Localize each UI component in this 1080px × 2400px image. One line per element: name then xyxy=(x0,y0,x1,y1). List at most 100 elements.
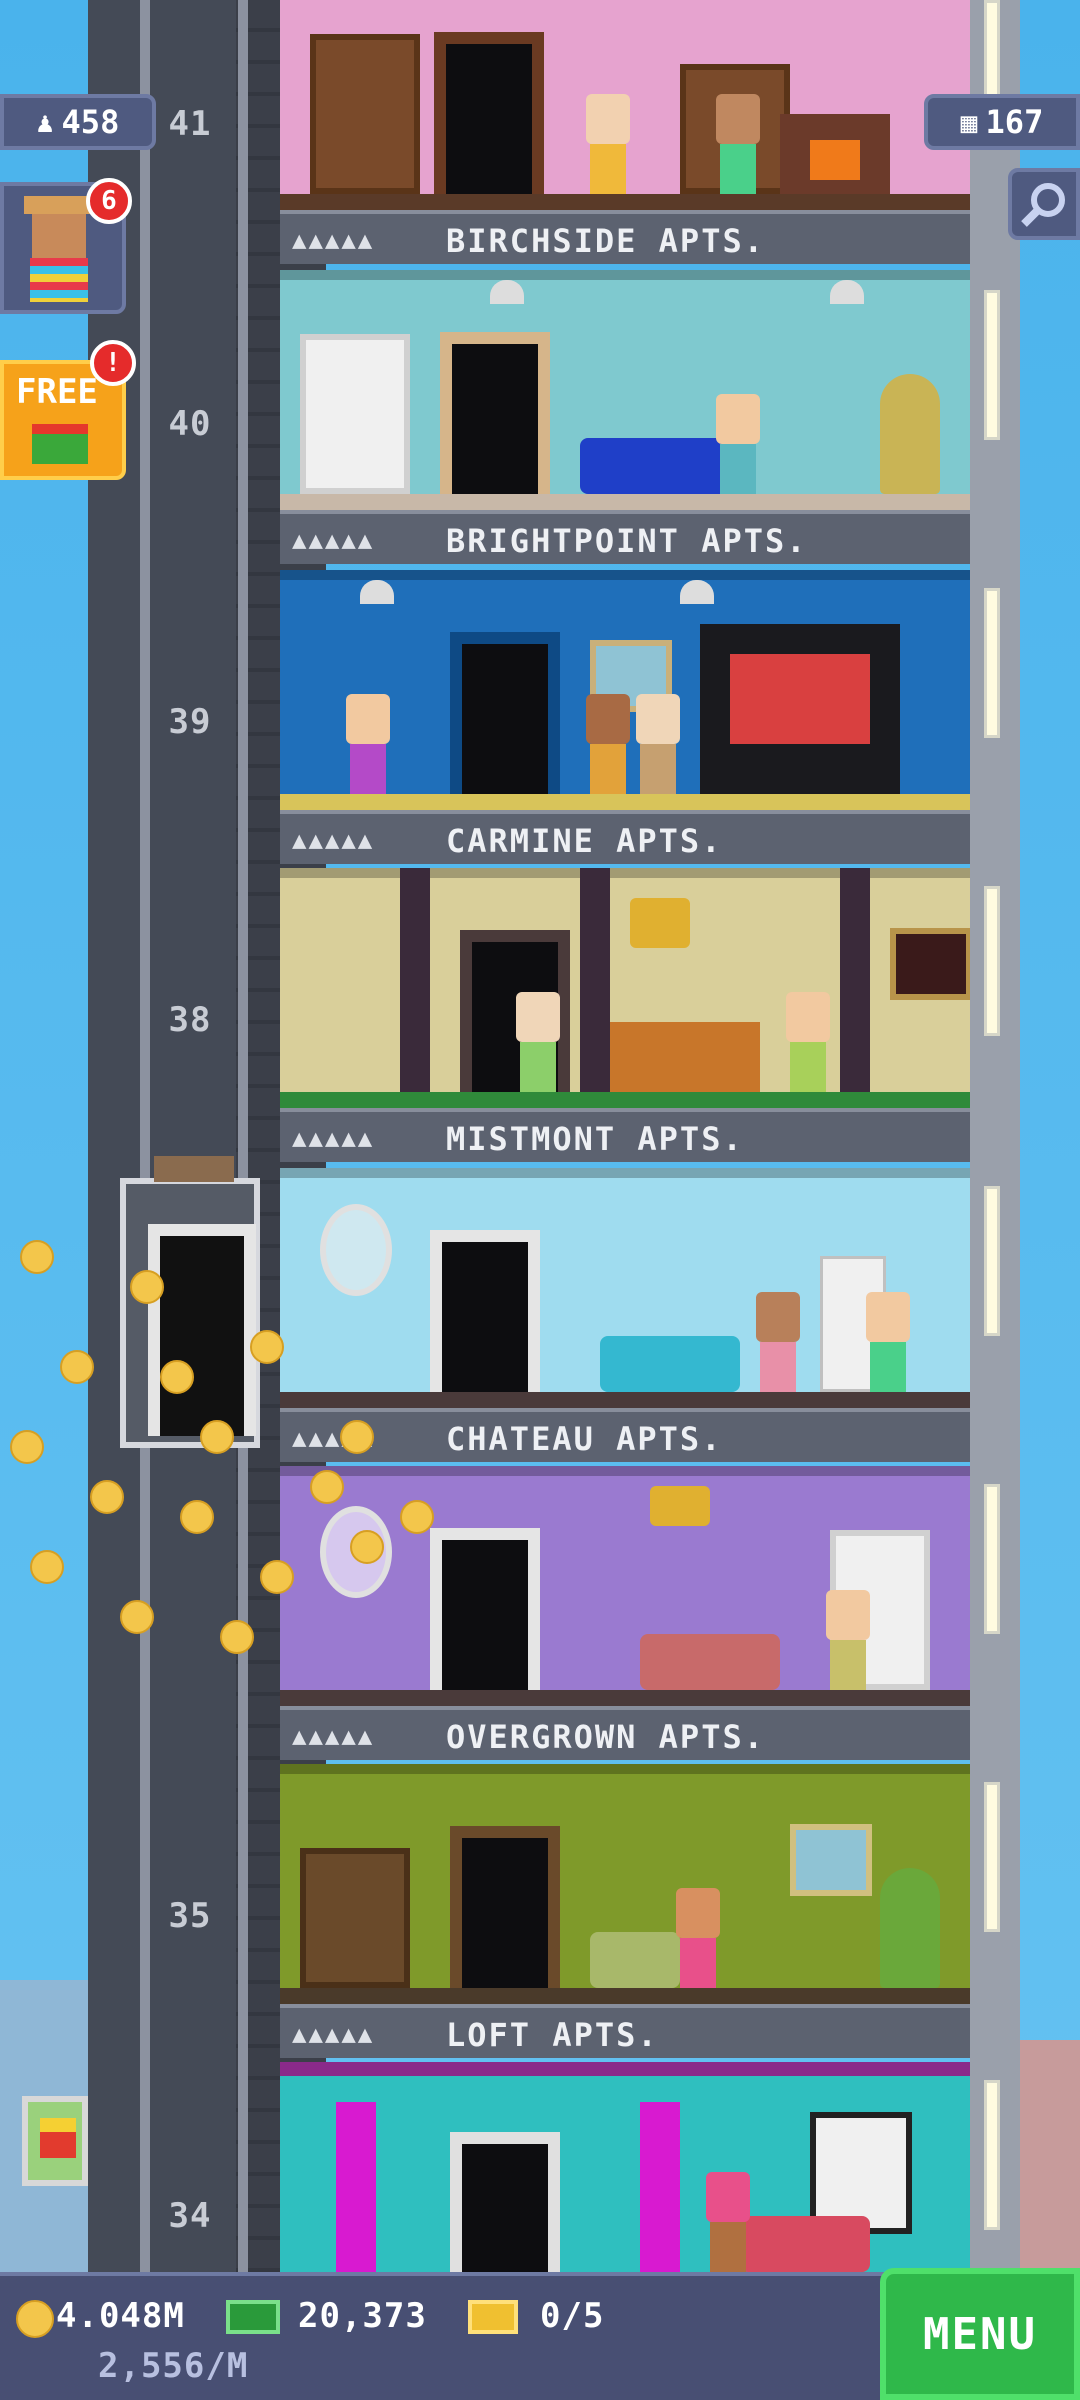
floor-label-bar[interactable]: ▲▲▲▲▲ LOFT APTS. xyxy=(280,2004,970,2058)
resident-person[interactable] xyxy=(700,2172,756,2272)
chair-icon xyxy=(590,1932,680,1988)
floor-count-value: 167 xyxy=(985,103,1044,141)
coin-icon xyxy=(10,1430,44,1464)
floorboard xyxy=(280,494,970,510)
resident-person[interactable] xyxy=(750,1292,806,1392)
apartment-door xyxy=(430,1230,540,1392)
floor-34[interactable] xyxy=(280,2062,970,2272)
floor-carmine[interactable]: ▲▲▲▲▲ CARMINE APTS. xyxy=(280,570,970,870)
coin-icon xyxy=(220,1620,254,1654)
floor-name: OVERGROWN APTS. xyxy=(446,1718,765,1756)
floorboard xyxy=(280,194,970,210)
bookshelf-icon xyxy=(300,334,410,494)
apartment-door xyxy=(434,32,544,194)
ceiling-lamp-icon xyxy=(830,280,864,304)
population-counter[interactable]: ♟ 458 xyxy=(0,94,156,150)
wall-light xyxy=(984,588,1000,738)
ceiling xyxy=(280,1168,970,1178)
floor-birchside[interactable]: ▲▲▲▲▲ BIRCHSIDE APTS. xyxy=(280,0,970,270)
resident-person[interactable] xyxy=(670,1888,726,1988)
coin-icon xyxy=(250,1330,284,1364)
elevator-car[interactable] xyxy=(120,1156,260,1448)
resident-person[interactable] xyxy=(340,694,396,794)
ceiling-lamp-icon xyxy=(490,280,524,304)
search-button[interactable] xyxy=(1008,168,1080,240)
resident-person[interactable] xyxy=(710,94,766,194)
shaft-rail-right xyxy=(238,0,248,2272)
floor-label-bar[interactable]: ▲▲▲▲▲ CARMINE APTS. xyxy=(280,810,970,864)
apartment-door xyxy=(450,1826,560,1988)
floorboard xyxy=(280,1392,970,1408)
coin-icon xyxy=(30,1550,64,1584)
ceiling-lamp-icon xyxy=(680,580,714,604)
room-carmine xyxy=(280,570,970,810)
floor-label-bar[interactable]: ▲▲▲▲▲ BRIGHTPOINT APTS. xyxy=(280,510,970,564)
floor-brightpoint[interactable]: ▲▲▲▲▲ BRIGHTPOINT APTS. xyxy=(280,270,970,570)
room-chateau xyxy=(280,1168,970,1408)
floor-loft[interactable]: ▲▲▲▲▲ LOFT APTS. xyxy=(280,1764,970,2064)
fireplace-icon xyxy=(780,114,890,194)
floor-chateau[interactable]: ▲▲▲▲▲ CHATEAU APTS. xyxy=(280,1168,970,1468)
pillar xyxy=(840,868,870,1108)
visitor-avatar-icon xyxy=(24,196,94,306)
resident-person[interactable] xyxy=(860,1292,916,1392)
coin-icon xyxy=(340,1420,374,1454)
plant-icon xyxy=(880,374,940,494)
floorboard xyxy=(280,1690,970,1706)
picture-frame-icon xyxy=(790,1824,872,1896)
elevator-door xyxy=(148,1224,256,1436)
resident-person[interactable] xyxy=(820,1590,876,1690)
wall-light xyxy=(984,1186,1000,1336)
sofa-icon xyxy=(600,1336,740,1392)
coin-icon xyxy=(90,1480,124,1514)
building-icon: ▦ xyxy=(960,105,978,139)
coin-icon xyxy=(120,1600,154,1634)
floor-stars: ▲▲▲▲▲ xyxy=(292,1124,375,1152)
ceiling xyxy=(280,1466,970,1476)
resident-person[interactable] xyxy=(630,694,686,794)
room-birchside xyxy=(280,0,970,210)
floor-mistmont[interactable]: ▲▲▲▲▲ MISTMONT APTS. xyxy=(280,868,970,1168)
coin-icon xyxy=(180,1500,214,1534)
resident-person[interactable] xyxy=(510,992,566,1092)
city-background-right xyxy=(1020,2040,1080,2280)
room-overgrown xyxy=(280,1466,970,1706)
bookshelf-icon xyxy=(310,34,420,194)
floor-count-counter[interactable]: ▦ 167 xyxy=(924,94,1080,150)
floor-label-bar[interactable]: ▲▲▲▲▲ CHATEAU APTS. xyxy=(280,1408,970,1462)
ceiling-lamp-icon xyxy=(360,580,394,604)
gift-icon xyxy=(32,424,88,464)
ceiling xyxy=(280,1764,970,1774)
floor-label-bar[interactable]: ▲▲▲▲▲ MISTMONT APTS. xyxy=(280,1108,970,1162)
floor-overgrown[interactable]: ▲▲▲▲▲ OVERGROWN APTS. xyxy=(280,1466,970,1766)
bookshelf-icon xyxy=(300,1848,410,1988)
fries-icon xyxy=(40,2118,76,2158)
menu-button[interactable]: MENU xyxy=(880,2268,1080,2400)
coin-icon xyxy=(400,1500,434,1534)
ticket-icon xyxy=(468,2300,518,2334)
floor-label-bar[interactable]: ▲▲▲▲▲ OVERGROWN APTS. xyxy=(280,1706,970,1760)
resident-person[interactable] xyxy=(580,694,636,794)
resident-person[interactable] xyxy=(780,992,836,1092)
coin-icon xyxy=(310,1470,344,1504)
floorboard xyxy=(280,1092,970,1108)
free-gift-button[interactable]: FREE ! xyxy=(0,340,136,480)
tv-cabinet-icon xyxy=(700,624,900,794)
pillar xyxy=(580,868,610,1108)
person-icon: ♟ xyxy=(36,105,54,139)
tickets-value[interactable]: 0/5 xyxy=(540,2296,604,2336)
tower-building: ▲▲▲▲▲ BIRCHSIDE APTS. ▲▲▲▲▲ BRIGHTPOINT … xyxy=(280,0,970,2272)
coin-icon xyxy=(16,2300,54,2338)
wall-light xyxy=(984,2080,1000,2230)
floor-label-bar[interactable]: ▲▲▲▲▲ BIRCHSIDE APTS. xyxy=(280,210,970,264)
floor-number: 34 xyxy=(168,2196,212,2236)
ceiling xyxy=(280,570,970,580)
coins-value: 4.048M xyxy=(56,2296,185,2336)
pillar xyxy=(400,868,430,1108)
resident-person[interactable] xyxy=(580,94,636,194)
floorboard xyxy=(280,1988,970,2004)
bux-value[interactable]: 20,373 xyxy=(298,2296,427,2336)
coin-icon xyxy=(20,1240,54,1274)
resident-person[interactable] xyxy=(710,394,766,494)
visitor-button[interactable]: 6 xyxy=(0,178,132,314)
